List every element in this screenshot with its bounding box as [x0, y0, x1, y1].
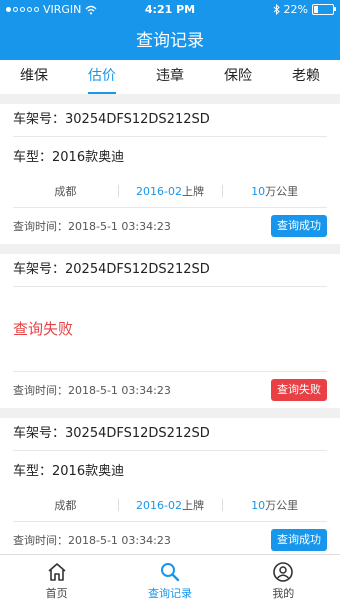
query-time: 查询时间：2018-5-1 03:34:23 — [13, 384, 171, 397]
query-fail-button[interactable]: 查询失败 — [271, 379, 327, 401]
mileage: 10万公里 — [222, 183, 327, 199]
tab-valuation[interactable]: 估价 — [68, 60, 136, 94]
nav-home-label: 首页 — [45, 587, 68, 600]
category-tabs: 维保 估价 违章 保险 老赖 — [0, 60, 340, 94]
model-text: 车型：2016款奥迪 — [13, 464, 125, 479]
query-success-button[interactable]: 查询成功 — [271, 215, 327, 237]
bottom-tab-bar: 首页 查询记录 我的 — [0, 554, 340, 601]
battery-percent: 22% — [283, 3, 308, 16]
record-card[interactable]: 车架号：30254DFS12DS212SD 车型：2016款奥迪 成都 2016… — [0, 104, 340, 244]
query-time: 查询时间：2018-5-1 03:34:23 — [13, 534, 171, 547]
tab-violation[interactable]: 违章 — [136, 60, 204, 94]
nav-query-label: 查询记录 — [147, 587, 192, 600]
vin-text: 车架号：30254DFS12DS212SD — [13, 418, 327, 451]
mileage: 10万公里 — [222, 497, 327, 513]
home-icon — [48, 563, 66, 581]
status-bar: VIRGIN 4:21 PM 22% — [0, 0, 340, 20]
stats-row: 成都 2016-02上牌 10万公里 — [13, 489, 327, 522]
registration-date: 2016-02上牌 — [117, 183, 223, 199]
tab-insurance[interactable]: 保险 — [204, 60, 272, 94]
tab-maintenance[interactable]: 维保 — [0, 60, 68, 94]
fail-message: 查询失败 — [13, 287, 327, 372]
record-list: 车架号：30254DFS12DS212SD 车型：2016款奥迪 成都 2016… — [0, 94, 340, 554]
top-bar: VIRGIN 4:21 PM 22% 查询记录 — [0, 0, 340, 60]
page-title: 查询记录 — [136, 31, 204, 51]
nav-mine-label: 我的 — [272, 587, 295, 600]
nav-home[interactable]: 首页 — [0, 555, 113, 601]
battery-icon — [312, 4, 336, 15]
bluetooth-icon — [273, 4, 280, 15]
record-card[interactable]: 车架号：30254DFS12DS212SD 车型：2016款奥迪 成都 2016… — [0, 418, 340, 554]
search-icon — [160, 563, 180, 582]
model-text: 车型：2016款奥迪 — [13, 150, 125, 165]
vin-text: 车架号：30254DFS12DS212SD — [13, 104, 327, 137]
nav-query-records[interactable]: 查询记录 — [113, 555, 226, 601]
query-time: 查询时间：2018-5-1 03:34:23 — [13, 220, 171, 233]
vin-text: 车架号：20254DFS12DS212SD — [13, 254, 327, 287]
registration-date: 2016-02上牌 — [117, 497, 223, 513]
tab-defaulter[interactable]: 老赖 — [272, 60, 340, 94]
record-card[interactable]: 车架号：20254DFS12DS212SD 查询失败 查询时间：2018-5-1… — [0, 254, 340, 408]
stats-row: 成都 2016-02上牌 10万公里 — [13, 175, 327, 208]
city-text: 成都 — [54, 499, 77, 512]
query-success-button[interactable]: 查询成功 — [271, 529, 327, 551]
user-icon — [273, 562, 294, 582]
city-text: 成都 — [54, 185, 77, 198]
nav-mine[interactable]: 我的 — [227, 555, 340, 601]
